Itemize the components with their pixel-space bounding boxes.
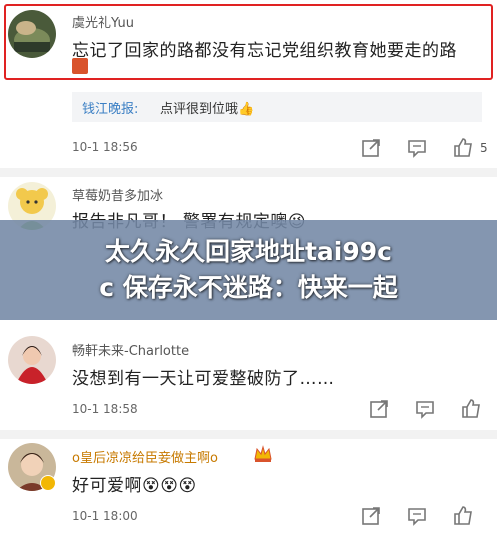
banner-line-2: c 保存永不迷路：快来一起 [99, 273, 398, 302]
timestamp: 10-1 18:56 [72, 140, 138, 154]
banner-text: 太久永久回家地址tai99c c 保存永不迷路：快来一起 [0, 234, 497, 306]
username[interactable]: 畅軒未来-Charlotte [72, 340, 189, 359]
comment-item-3: 畅軒未来-Charlotte 没想到有一天让可爱整破防了…… 10-1 18:5… [0, 330, 497, 430]
share-icon[interactable] [360, 137, 382, 159]
comment-icon[interactable] [406, 137, 428, 159]
comment-text: 好可爱啊😵😵😵 [72, 476, 197, 496]
comment-text: 忘记了回家的路都没有忘记党组织教育她要走的路 [72, 41, 457, 61]
avatar[interactable] [8, 336, 56, 384]
divider [0, 430, 497, 439]
reply-box[interactable]: 钱江晚报: 点评很到位哦👍 [72, 92, 482, 122]
comment-item-1: 虞光礼Yuu 忘记了回家的路都没有忘记党组织教育她要走的路 钱江晚报: 点评很到… [0, 0, 497, 170]
emoji-sticker [72, 58, 88, 74]
timestamp: 10-1 18:58 [72, 402, 138, 416]
reply-text: 点评很到位哦👍 [160, 102, 255, 117]
divider [0, 168, 497, 177]
banner-line-1: 太久永久回家地址tai99c [104, 237, 392, 266]
avatar[interactable] [8, 10, 56, 58]
comment-text: 没想到有一天让可爱整破防了…… [72, 369, 335, 389]
like-count: 5 [480, 141, 488, 155]
like-icon[interactable] [460, 397, 482, 419]
share-icon[interactable] [368, 398, 390, 420]
reply-author[interactable]: 钱江晚报: [82, 98, 138, 117]
vip-badge-icon [40, 475, 56, 491]
share-icon[interactable] [360, 505, 382, 527]
like-icon[interactable] [452, 504, 474, 526]
like-icon[interactable] [452, 136, 474, 158]
comment-item-4: o皇后凉凉给臣妾做主啊o 好可爱啊😵😵😵 10-1 18:00 [0, 439, 497, 541]
username[interactable]: o皇后凉凉给臣妾做主啊o [72, 447, 218, 466]
username[interactable]: 虞光礼Yuu [72, 12, 134, 31]
comment-icon[interactable] [414, 398, 436, 420]
crown-badge-icon [252, 443, 274, 465]
timestamp: 10-1 18:00 [72, 509, 138, 523]
username[interactable]: 草莓奶昔多加冰 [72, 185, 163, 204]
comment-icon[interactable] [406, 505, 428, 527]
overlay-banner: 太久永久回家地址tai99c c 保存永不迷路：快来一起 [0, 220, 497, 320]
